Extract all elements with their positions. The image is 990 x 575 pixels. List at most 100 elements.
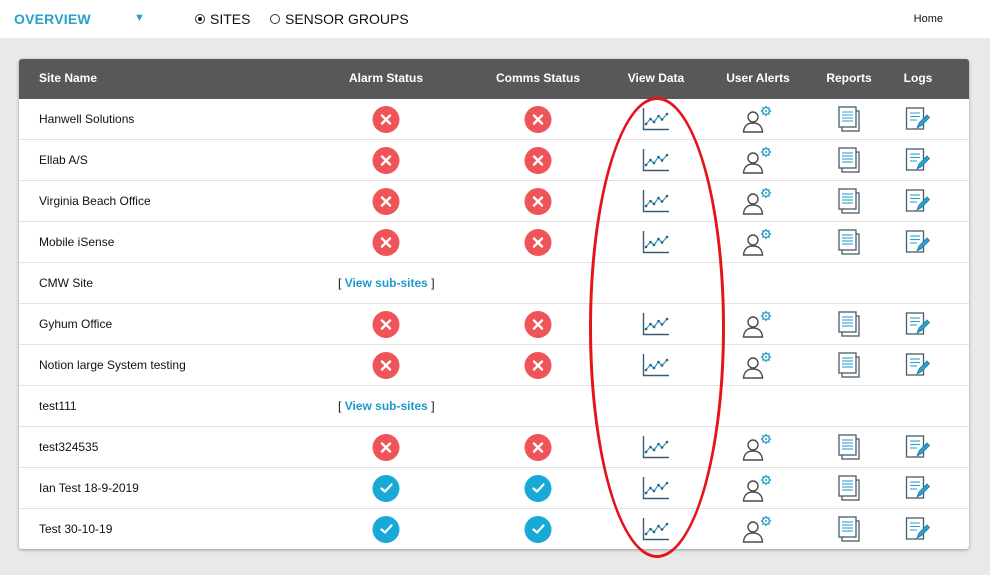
- comms-status-badge: [524, 228, 552, 256]
- reports-button[interactable]: [837, 304, 861, 344]
- user-alerts-button[interactable]: [742, 140, 774, 180]
- comms-status-cell: [524, 427, 552, 467]
- edit-log-icon: [905, 434, 931, 460]
- view-data-button[interactable]: [642, 509, 670, 549]
- header-view-data: View Data: [627, 71, 685, 85]
- x-icon: [380, 113, 393, 126]
- sensor-groups-radio-label[interactable]: SENSOR GROUPS: [285, 11, 409, 27]
- alarm-status-badge: [372, 351, 400, 379]
- header-comms-status: Comms Status: [495, 71, 581, 85]
- user-alerts-button[interactable]: [742, 345, 774, 385]
- logs-button[interactable]: [905, 468, 931, 508]
- site-name[interactable]: Gyhum Office: [39, 317, 112, 331]
- site-name[interactable]: Test 30-10-19: [39, 522, 112, 536]
- user-alerts-button[interactable]: [742, 222, 774, 262]
- overview-menu[interactable]: OVERVIEW: [14, 11, 91, 27]
- document-icon: [837, 434, 861, 460]
- chevron-down-icon[interactable]: ▼: [134, 12, 145, 24]
- user-alerts-button[interactable]: [742, 99, 774, 139]
- view-data-button[interactable]: [642, 99, 670, 139]
- line-chart-icon: [642, 230, 670, 254]
- user-alerts-button[interactable]: [742, 427, 774, 467]
- view-data-button[interactable]: [642, 222, 670, 262]
- user-alerts-button[interactable]: [742, 304, 774, 344]
- site-name[interactable]: Ellab A/S: [39, 153, 88, 167]
- reports-button[interactable]: [837, 427, 861, 467]
- alarm-status-cell: [372, 222, 400, 262]
- site-name[interactable]: Notion large System testing: [39, 358, 186, 372]
- comms-status-badge: [524, 474, 552, 502]
- alarm-status-cell: [372, 468, 400, 508]
- home-link[interactable]: Home: [914, 13, 943, 25]
- table-row: test111 [ View sub-sites ]: [19, 386, 969, 427]
- comms-status-badge: [524, 310, 552, 338]
- logs-button[interactable]: [905, 222, 931, 262]
- logs-button[interactable]: [905, 345, 931, 385]
- checkmark-icon: [531, 482, 545, 494]
- x-icon: [380, 441, 393, 454]
- alarm-status-badge: [372, 146, 400, 174]
- site-name[interactable]: Virginia Beach Office: [39, 194, 151, 208]
- view-data-button[interactable]: [642, 304, 670, 344]
- line-chart-icon: [642, 148, 670, 172]
- sensor-groups-radio-button[interactable]: [270, 14, 280, 24]
- reports-button[interactable]: [837, 509, 861, 549]
- table-body: Hanwell Solutions Ellab A/S Virginia Beach…: [19, 99, 969, 549]
- line-chart-icon: [642, 435, 670, 459]
- logs-button[interactable]: [905, 509, 931, 549]
- x-icon: [532, 154, 545, 167]
- sensor-groups-radio-option[interactable]: SENSOR GROUPS: [270, 11, 409, 27]
- reports-button[interactable]: [837, 181, 861, 221]
- alarm-status-badge: [372, 105, 400, 133]
- alarm-status-badge: [372, 187, 400, 215]
- header-logs: Logs: [903, 71, 933, 85]
- comms-status-badge: [524, 105, 552, 133]
- bracket-close: ]: [431, 276, 435, 290]
- sites-radio-label[interactable]: SITES: [210, 11, 250, 27]
- header-user-alerts: User Alerts: [726, 71, 790, 85]
- reports-button[interactable]: [837, 468, 861, 508]
- user-alerts-button[interactable]: [742, 181, 774, 221]
- line-chart-icon: [642, 476, 670, 500]
- logs-button[interactable]: [905, 99, 931, 139]
- view-data-button[interactable]: [642, 140, 670, 180]
- sites-radio-option[interactable]: SITES: [195, 11, 250, 27]
- edit-log-icon: [905, 352, 931, 378]
- site-name[interactable]: test324535: [39, 440, 98, 454]
- x-icon: [532, 113, 545, 126]
- reports-button[interactable]: [837, 345, 861, 385]
- site-name[interactable]: Hanwell Solutions: [39, 112, 134, 126]
- view-data-button[interactable]: [642, 345, 670, 385]
- logs-button[interactable]: [905, 427, 931, 467]
- site-name[interactable]: Mobile iSense: [39, 235, 114, 249]
- comms-status-cell: [524, 140, 552, 180]
- document-icon: [837, 311, 861, 337]
- x-icon: [380, 195, 393, 208]
- user-alerts-button[interactable]: [742, 468, 774, 508]
- logs-button[interactable]: [905, 304, 931, 344]
- edit-log-icon: [905, 475, 931, 501]
- logs-button[interactable]: [905, 140, 931, 180]
- table-row: Ian Test 18-9-2019: [19, 468, 969, 509]
- line-chart-icon: [642, 517, 670, 541]
- comms-status-cell: [524, 509, 552, 549]
- view-subsites-link[interactable]: View sub-sites: [345, 399, 428, 413]
- line-chart-icon: [642, 107, 670, 131]
- view-data-button[interactable]: [642, 427, 670, 467]
- reports-button[interactable]: [837, 99, 861, 139]
- view-data-button[interactable]: [642, 468, 670, 508]
- comms-status-cell: [524, 304, 552, 344]
- logs-button[interactable]: [905, 181, 931, 221]
- site-name[interactable]: Ian Test 18-9-2019: [39, 481, 139, 495]
- view-data-button[interactable]: [642, 181, 670, 221]
- site-name[interactable]: test111: [39, 399, 77, 413]
- document-icon: [837, 229, 861, 255]
- sites-radio-button[interactable]: [195, 14, 205, 24]
- reports-button[interactable]: [837, 140, 861, 180]
- alarm-status-badge: [372, 515, 400, 543]
- view-subsites-link[interactable]: View sub-sites: [345, 276, 428, 290]
- reports-button[interactable]: [837, 222, 861, 262]
- site-name[interactable]: CMW Site: [39, 276, 93, 290]
- line-chart-icon: [642, 312, 670, 336]
- user-alerts-button[interactable]: [742, 509, 774, 549]
